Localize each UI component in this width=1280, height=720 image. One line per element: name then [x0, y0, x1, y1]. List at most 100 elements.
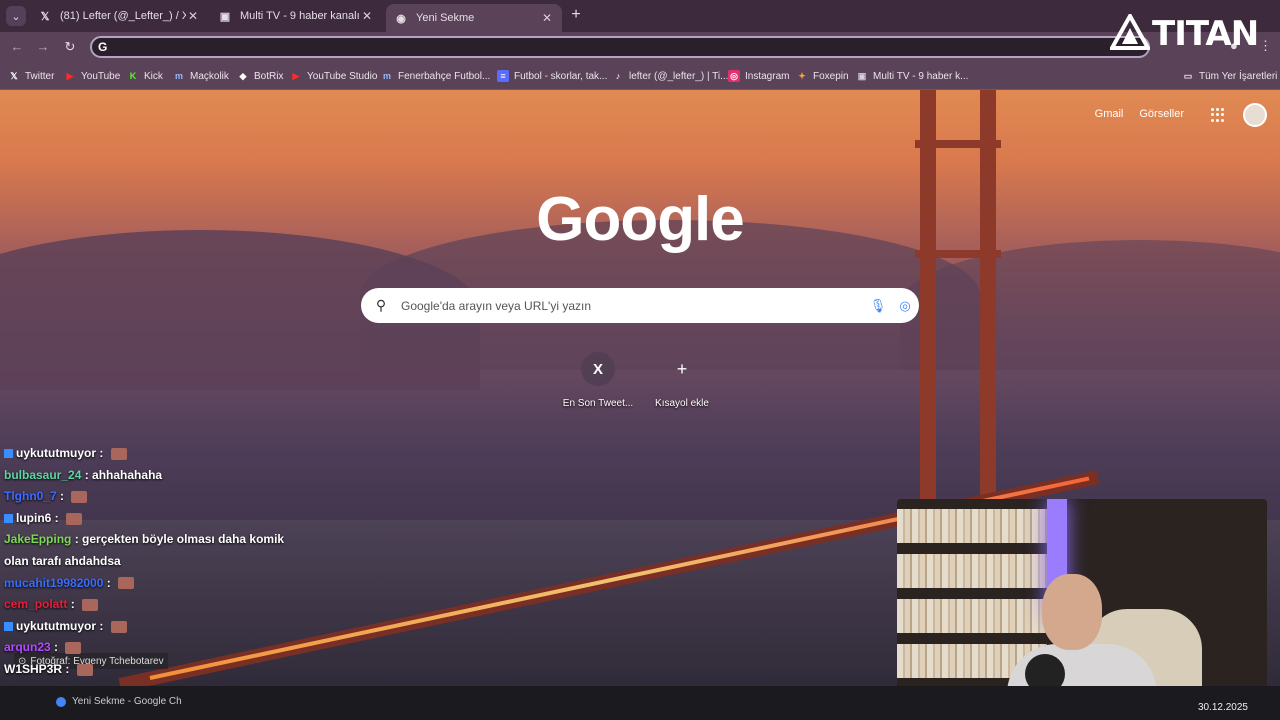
youtube-icon: ▶ [66, 70, 74, 81]
bookmark-label: Kick [144, 70, 163, 82]
bridge-tower [915, 140, 1001, 148]
chat-separator: : [81, 467, 93, 482]
chat-separator: : [103, 575, 115, 590]
bookmark-youtube-studio[interactable]: ▶ YouTube Studio [290, 68, 378, 84]
shortcut-tweets[interactable]: X En Son Tweet... [558, 352, 638, 409]
chat-text: olan tarafı ahdahdsa [4, 554, 121, 568]
chat-separator: : [96, 446, 107, 460]
chat-message: W1SHP3R : [4, 662, 93, 676]
chat-emote-icon [110, 447, 127, 460]
bookmark-twitter[interactable]: 𝕏 Twitter [8, 68, 54, 84]
chrome-icon: ◉ [396, 12, 406, 25]
bookshelf [897, 509, 1047, 543]
images-link[interactable]: Görseller [1139, 108, 1184, 120]
bridge-tower [980, 90, 996, 510]
chat-emote-icon [65, 642, 82, 655]
close-icon[interactable]: ✕ [360, 9, 374, 23]
search-icon: ⚲ [375, 297, 387, 313]
tab-multitv[interactable]: ▣ Multi TV - 9 haber kanalını ayrı ✕ [210, 4, 382, 28]
chat-username[interactable]: lupin6 [16, 511, 51, 525]
streamer-head [1042, 574, 1102, 650]
chat-text: gerçekten böyle olması daha komik [82, 532, 285, 547]
tab-title: Yeni Sekme [416, 12, 475, 24]
chat-username[interactable]: W1SHP3R [4, 662, 62, 676]
bookmark-label: YouTube Studio [307, 70, 378, 82]
tab-title: Multi TV - 9 haber kanalını ayrı [240, 10, 360, 22]
chat-username[interactable]: bulbasaur_24 [4, 468, 81, 482]
avatar[interactable] [1243, 103, 1267, 127]
tv-icon: ▣ [857, 70, 867, 81]
foxepin-icon: ✦ [798, 70, 806, 81]
forward-button[interactable]: → [34, 38, 52, 56]
close-icon[interactable]: ✕ [186, 9, 200, 23]
shortcut-label: En Son Tweet... [562, 398, 634, 409]
bookmark-flashscore[interactable]: ≡ Futbol - skorlar, tak... [497, 68, 607, 84]
bookshelf [897, 599, 1047, 633]
chat-message: Tlghn0_7 : [4, 489, 88, 504]
tab-new-tab[interactable]: ◉ Yeni Sekme ✕ [386, 4, 562, 32]
bookmark-instagram[interactable]: ◎ Instagram [728, 68, 789, 84]
microphone-icon[interactable]: 🎙 [865, 298, 891, 314]
tab-title: (81) Lefter (@_Lefter_) / X [60, 10, 186, 22]
taskbar-task-label: Yeni Sekme - Google Ch [72, 696, 182, 707]
chat-separator: : [56, 489, 68, 504]
chat-badge-icon [4, 514, 13, 524]
chevron-down-icon: ⌄ [11, 10, 21, 23]
chat-username[interactable]: uykututmuyor [16, 446, 96, 460]
chat-separator: : [67, 597, 79, 612]
tiktok-icon: ♪ [615, 71, 621, 81]
taskbar-chrome-item[interactable]: Yeni Sekme - Google Ch [56, 696, 182, 707]
bookmark-label: YouTube [81, 70, 121, 82]
gmail-link[interactable]: Gmail [1095, 108, 1124, 120]
apps-grid-icon[interactable] [1211, 108, 1225, 122]
chat-message: uykututmuyor : [4, 619, 127, 633]
chat-message: lupin6 : [4, 510, 83, 525]
bookshelf [897, 554, 1047, 588]
webcam-feed [897, 499, 1267, 699]
kick-icon: K [129, 71, 137, 81]
tab-search-button[interactable]: ⌄ [6, 6, 26, 26]
camera-lens-icon[interactable]: ◎ [891, 298, 919, 314]
chat-emote-icon [118, 577, 135, 590]
chat-text: ahhahahaha [92, 467, 163, 482]
titan-emblem-icon [1110, 14, 1150, 50]
new-tab-button[interactable]: + [568, 7, 584, 23]
address-bar[interactable]: G [90, 36, 1150, 58]
back-button[interactable]: ← [8, 38, 26, 56]
plus-icon: + [676, 358, 688, 379]
shortcut-add[interactable]: + Kısayol ekle [642, 352, 722, 410]
chat-separator: : [50, 640, 62, 655]
bookmark-youtube[interactable]: ▶ YouTube [64, 68, 121, 84]
bookmark-fenerbahce[interactable]: m Fenerbahçe Futbol... [381, 68, 490, 84]
bookmark-botrix[interactable]: ◆ BotRix [237, 68, 284, 84]
bookmark-kick[interactable]: K Kick [127, 68, 163, 84]
chat-username[interactable]: mucahit19982000 [4, 576, 103, 590]
chrome-icon [56, 696, 66, 707]
close-icon[interactable]: ✕ [540, 11, 554, 25]
chat-message: cem_polatt : [4, 597, 99, 612]
bookmark-label: Futbol - skorlar, tak... [514, 70, 608, 82]
chat-overlay: uykututmuyor : bulbasaur_24 : ahhahahaha… [0, 442, 284, 720]
taskbar: Yeni Sekme - Google Ch 30.12.2025 [0, 686, 1280, 720]
chat-username[interactable]: cem_polatt [4, 597, 67, 611]
chat-username[interactable]: arqun23 [4, 640, 51, 654]
chat-separator: : [51, 510, 63, 525]
google-logo: Google [536, 185, 745, 254]
chat-separator: : [62, 662, 73, 676]
botrix-icon: ◆ [239, 70, 247, 81]
bookmark-foxepin[interactable]: ✦ Foxepin [796, 68, 848, 84]
chat-username[interactable]: Tlghn0_7 [4, 489, 57, 503]
tab-strip: ⌄ 𝕏 (81) Lefter (@_Lefter_) / X ✕ ▣ Mult… [0, 0, 1280, 32]
bookmark-tiktok[interactable]: ♪ lefter (@_lefter_) | Ti... [612, 68, 729, 84]
tab-twitter[interactable]: 𝕏 (81) Lefter (@_Lefter_) / X ✕ [30, 4, 208, 28]
chat-username[interactable]: JakeEpping [4, 532, 71, 546]
bookmark-multitv[interactable]: ▣ Multi TV - 9 haber k... [856, 68, 969, 84]
bookmark-mackolik[interactable]: m Maçkolik [173, 68, 229, 84]
bookmark-label: BotRix [254, 70, 284, 82]
search-box[interactable]: ⚲ Google'da arayın veya URL'yi yazın 🎙 ◎ [361, 288, 919, 323]
all-bookmarks-label: Tüm Yer İşaretleri [1199, 70, 1278, 82]
reload-button[interactable]: ↻ [61, 38, 79, 56]
all-bookmarks[interactable]: ▭ Tüm Yer İşaretleri [1182, 68, 1278, 84]
chat-emote-icon [110, 620, 127, 633]
chat-username[interactable]: uykututmuyor [16, 619, 96, 633]
